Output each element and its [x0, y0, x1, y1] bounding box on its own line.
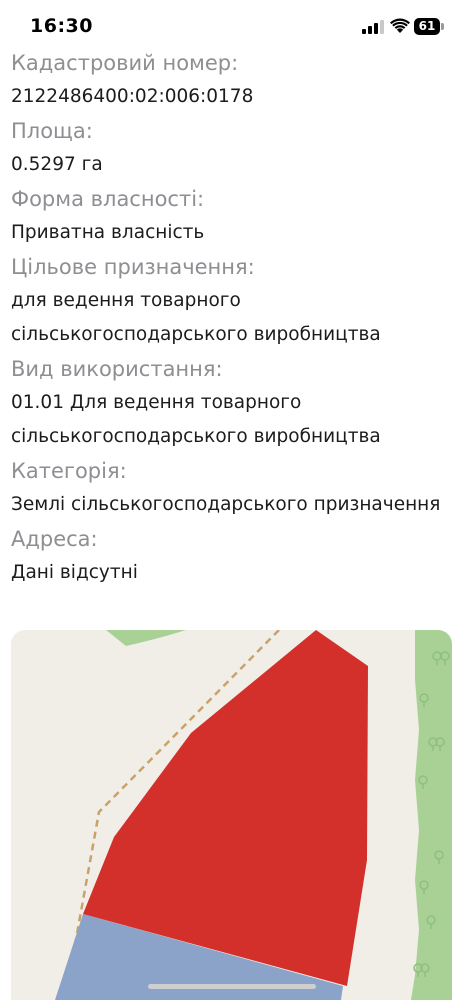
wifi-icon [390, 18, 410, 33]
ownership-value: Приватна власність [11, 222, 205, 243]
status-time: 16:30 [30, 15, 93, 37]
usage-value-line-2: сільськогосподарського виробництва [11, 426, 381, 447]
cadastral-number-value: 2122486400:02:006:0178 [11, 86, 254, 107]
area-label: Площа: [11, 119, 93, 143]
purpose-value-line-2: сільськогосподарського виробництва [11, 324, 381, 345]
battery-icon: 61 [414, 18, 444, 35]
forest-area-right [411, 630, 452, 1000]
parcel-map[interactable] [11, 630, 452, 1000]
forest-area-top [106, 630, 186, 646]
address-value: Дані відсутні [11, 562, 138, 583]
battery-level: 61 [414, 18, 440, 35]
ownership-label: Форма власності: [11, 187, 205, 211]
usage-label: Вид використання: [11, 357, 223, 381]
cellular-signal-icon [362, 20, 384, 34]
usage-value-line-1: 01.01 Для ведення товарного [11, 392, 302, 413]
purpose-label: Цільове призначення: [11, 255, 255, 279]
parcel-info: Кадастровий номер: 2122486400:02:006:017… [11, 46, 451, 590]
address-label: Адреса: [11, 527, 98, 551]
purpose-value-line-1: для ведення товарного [11, 290, 241, 311]
area-value: 0.5297 га [11, 154, 103, 175]
status-bar: 16:30 61 [0, 0, 462, 50]
category-label: Категорія: [11, 459, 127, 483]
category-value: Землі сільськогосподарського призначення [11, 494, 441, 515]
home-indicator[interactable] [148, 984, 316, 989]
cadastral-number-label: Кадастровий номер: [11, 51, 239, 75]
map-canvas[interactable] [11, 630, 452, 1000]
